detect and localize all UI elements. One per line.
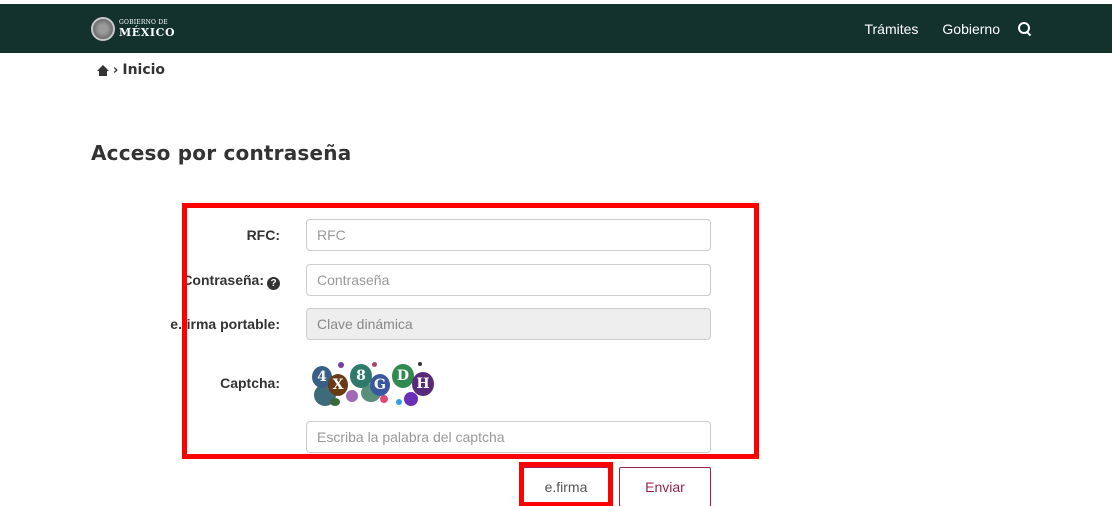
dynamic-key-placeholder: Clave dinámica xyxy=(317,316,413,332)
password-label: Contraseña:? xyxy=(182,272,280,290)
captcha-char-2: X xyxy=(328,374,348,396)
seal-icon xyxy=(91,17,115,41)
captcha-placeholder: Escriba la palabra del captcha xyxy=(317,429,505,445)
main-nav: Trámites Gobierno xyxy=(840,4,1032,53)
nav-tramites[interactable]: Trámites xyxy=(864,21,918,37)
page-title: Acceso por contraseña xyxy=(91,141,352,165)
captcha-char-5: D xyxy=(392,364,414,388)
breadcrumb: › Inicio xyxy=(97,62,165,78)
captcha-input[interactable]: Escriba la palabra del captcha xyxy=(306,421,711,453)
home-icon[interactable] xyxy=(97,64,109,76)
captcha-label: Captcha: xyxy=(220,375,280,391)
rfc-label: RFC: xyxy=(246,227,280,243)
password-label-text: Contraseña: xyxy=(182,272,264,288)
captcha-char-4: G xyxy=(370,374,390,396)
efirma-button[interactable]: e.firma xyxy=(523,467,609,506)
gobierno-mexico-logo[interactable]: GOBIERNO DE MÉXICO xyxy=(91,16,175,42)
dynamic-key-input: Clave dinámica xyxy=(306,308,711,340)
breadcrumb-current[interactable]: Inicio xyxy=(122,62,165,78)
search-icon[interactable] xyxy=(1018,21,1032,36)
password-input[interactable]: Contraseña xyxy=(306,264,711,296)
question-circle-icon[interactable]: ? xyxy=(267,277,280,290)
password-placeholder: Contraseña xyxy=(317,272,390,288)
logo-big-text: MÉXICO xyxy=(119,26,176,39)
rfc-placeholder: RFC xyxy=(317,227,346,243)
captcha-char-6: H xyxy=(412,372,434,396)
captcha-image: 4 X 8 G D H xyxy=(306,362,446,412)
top-navbar: GOBIERNO DE MÉXICO Trámites Gobierno xyxy=(0,4,1112,53)
enviar-button[interactable]: Enviar xyxy=(619,467,711,506)
logo-text: GOBIERNO DE MÉXICO xyxy=(119,20,176,39)
efirma-portable-label: e.firma portable: xyxy=(170,316,280,332)
captcha-char-3: 8 xyxy=(350,364,372,388)
rfc-input[interactable]: RFC xyxy=(306,219,711,251)
nav-gobierno[interactable]: Gobierno xyxy=(942,21,1000,37)
breadcrumb-separator: › xyxy=(113,62,119,78)
